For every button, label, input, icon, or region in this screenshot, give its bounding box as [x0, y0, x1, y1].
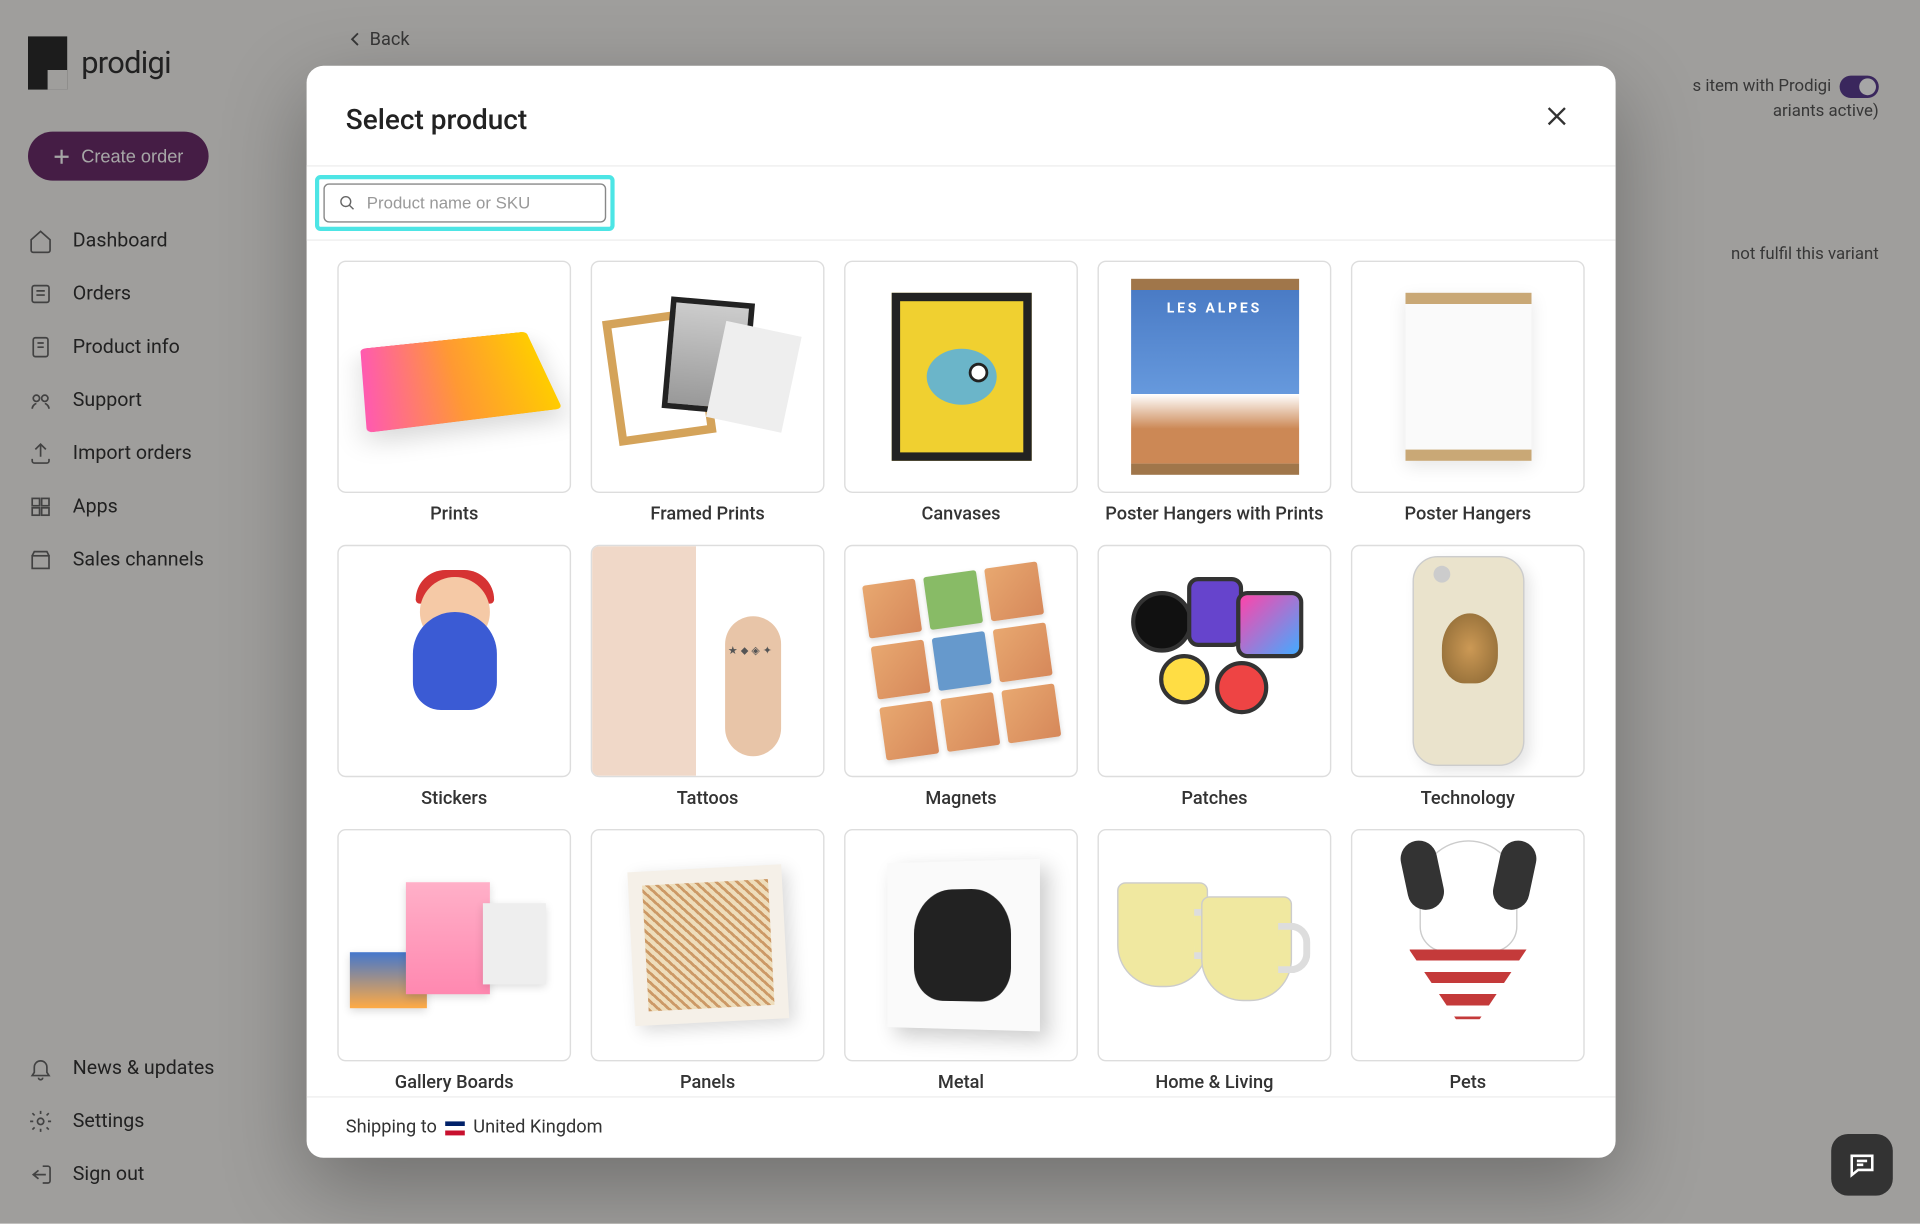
category-label: Home & Living: [1098, 1061, 1332, 1093]
category-poster-hangers-prints[interactable]: Poster Hangers with Prints: [1098, 260, 1332, 525]
category-label: Poster Hangers with Prints: [1098, 493, 1332, 525]
category-stickers[interactable]: Stickers: [337, 545, 571, 810]
category-pets[interactable]: Pets: [1351, 829, 1585, 1094]
search-icon: [339, 195, 356, 212]
category-label: Metal: [844, 1061, 1078, 1093]
category-label: Stickers: [337, 777, 571, 809]
modal-footer: Shipping to United Kingdom: [307, 1096, 1616, 1158]
category-label: Pets: [1351, 1061, 1585, 1093]
category-label: Patches: [1098, 777, 1332, 809]
category-metal[interactable]: Metal: [844, 829, 1078, 1094]
modal-header: Select product: [307, 66, 1616, 165]
category-label: Gallery Boards: [337, 1061, 571, 1093]
category-poster-hangers[interactable]: Poster Hangers: [1351, 260, 1585, 525]
category-patches[interactable]: Patches: [1098, 545, 1332, 810]
chat-icon: [1847, 1149, 1878, 1180]
category-magnets[interactable]: Magnets: [844, 545, 1078, 810]
category-label: Poster Hangers: [1351, 493, 1585, 525]
category-canvases[interactable]: Canvases: [844, 260, 1078, 525]
category-tattoos[interactable]: ★ ⬥ ◈ ✦Tattoos: [591, 545, 825, 810]
shipping-prefix: Shipping to: [346, 1117, 437, 1138]
uk-flag-icon: [445, 1121, 465, 1135]
category-label: Canvases: [844, 493, 1078, 525]
shipping-country[interactable]: United Kingdom: [473, 1117, 602, 1138]
category-label: Tattoos: [591, 777, 825, 809]
search-input[interactable]: [367, 193, 591, 213]
search-bar: [307, 165, 1616, 241]
category-framed-prints[interactable]: Framed Prints: [591, 260, 825, 525]
search-highlight: [315, 175, 615, 231]
category-home-living[interactable]: Home & Living: [1098, 829, 1332, 1094]
search-wrap: [323, 183, 606, 222]
close-button[interactable]: [1537, 97, 1576, 140]
category-grid: Prints Framed Prints Canvases Poster Han…: [337, 260, 1584, 1096]
category-label: Magnets: [844, 777, 1078, 809]
category-prints[interactable]: Prints: [337, 260, 571, 525]
select-product-modal: Select product Prints Framed Prints Canv…: [307, 66, 1616, 1158]
category-panels[interactable]: Panels: [591, 829, 825, 1094]
category-label: Technology: [1351, 777, 1585, 809]
close-icon: [1543, 102, 1571, 130]
category-gallery-boards[interactable]: Gallery Boards: [337, 829, 571, 1094]
modal-body[interactable]: Prints Framed Prints Canvases Poster Han…: [307, 241, 1616, 1096]
chat-fab[interactable]: [1831, 1134, 1893, 1196]
modal-overlay: Select product Prints Framed Prints Canv…: [0, 0, 1920, 1224]
category-label: Framed Prints: [591, 493, 825, 525]
category-label: Prints: [337, 493, 571, 525]
category-technology[interactable]: Technology: [1351, 545, 1585, 810]
category-label: Panels: [591, 1061, 825, 1093]
modal-title: Select product: [346, 102, 527, 136]
